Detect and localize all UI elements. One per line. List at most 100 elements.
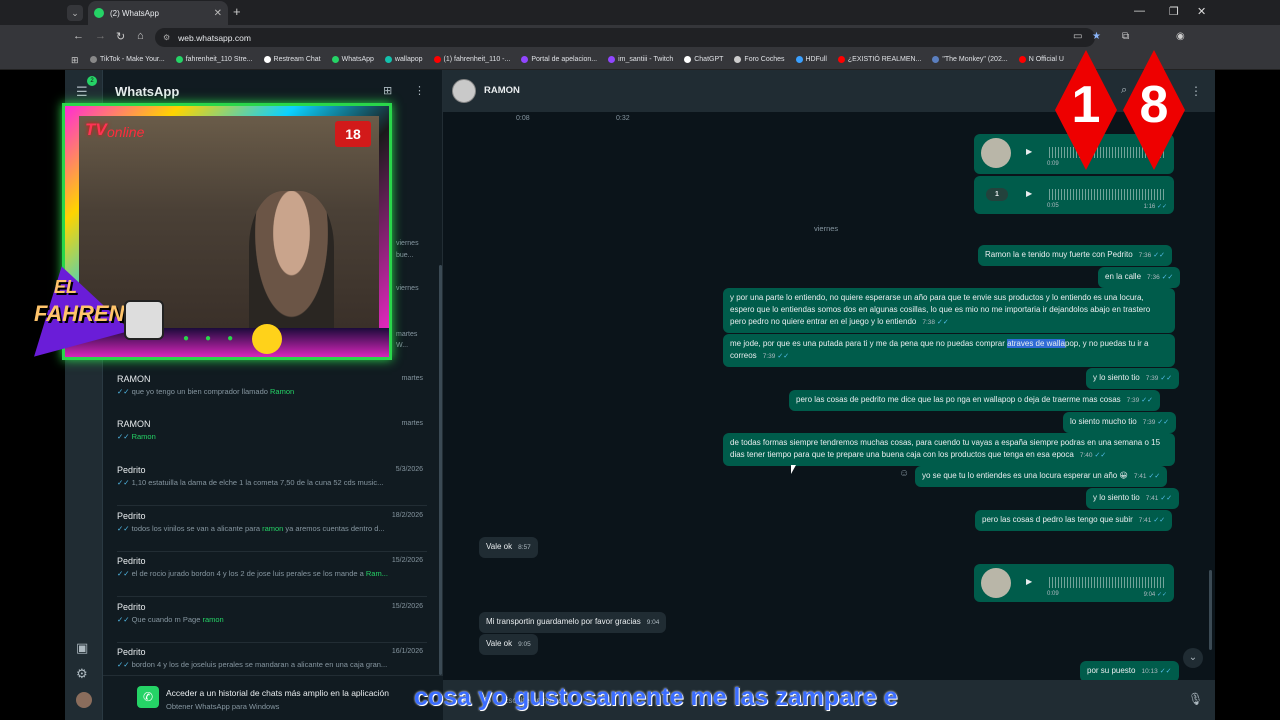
- outgoing-message[interactable]: me jode, por que es una putada para ti y…: [723, 334, 1175, 367]
- conversation-scrollbar[interactable]: [1209, 570, 1212, 650]
- new-chat-icon[interactable]: ⊞: [383, 84, 392, 97]
- promo-subtitle[interactable]: Obtener WhatsApp para Windows: [166, 702, 279, 711]
- read-ticks-icon: ✓✓: [777, 353, 790, 360]
- bookmark-star-icon[interactable]: ★: [1092, 31, 1101, 42]
- media-icon[interactable]: ▣: [76, 640, 88, 656]
- bookmark-item[interactable]: ChatGPT: [684, 56, 723, 63]
- sidebar-scrollbar[interactable]: [439, 265, 442, 675]
- home-icon[interactable]: ⌂: [137, 30, 144, 42]
- play-icon[interactable]: ▶: [1026, 189, 1032, 198]
- waveform[interactable]: [1049, 189, 1164, 200]
- bookmark-item[interactable]: Restream Chat: [263, 56, 321, 63]
- settings-gear-icon[interactable]: ⚙: [76, 666, 88, 682]
- bookmark-item[interactable]: HDFull: [795, 56, 827, 63]
- tab-search-icon[interactable]: ⌄: [67, 5, 83, 21]
- bookmark-item[interactable]: TikTok - Make Your...: [90, 56, 165, 63]
- read-ticks-icon: ✓✓: [117, 387, 130, 396]
- forward-icon[interactable]: →: [95, 30, 106, 42]
- read-ticks-icon: ✓✓: [1160, 375, 1173, 382]
- outgoing-message[interactable]: y por una parte lo entiendo, no quiere e…: [723, 288, 1175, 333]
- outgoing-message[interactable]: yo se que tu lo entiendes es una locura …: [915, 466, 1168, 487]
- chats-icon[interactable]: ☰: [76, 84, 88, 100]
- contact-avatar[interactable]: [452, 79, 476, 103]
- chat-date: 16/1/2026: [391, 648, 423, 655]
- new-tab-icon[interactable]: +: [233, 4, 241, 19]
- whatsapp-logo-icon: ✆: [137, 686, 159, 708]
- live-caption: cosa yo gustosamente me las zampare e: [414, 683, 898, 711]
- day-separator: viernes: [814, 224, 839, 233]
- minimize-icon[interactable]: —: [1134, 5, 1145, 17]
- chat-list-item[interactable]: Pedrito 5/3/2026 ✓✓ 1,10 estatuilla la da…: [117, 461, 437, 506]
- bookmark-item[interactable]: im_santiii - Twitch: [608, 56, 673, 63]
- bookmark-item[interactable]: wallapop: [384, 56, 423, 63]
- apps-grid-icon[interactable]: ⊞: [71, 55, 79, 66]
- read-ticks-icon: ✓✓: [937, 319, 949, 326]
- outgoing-message[interactable]: pero las cosas de pedrito me dice que la…: [789, 390, 1161, 411]
- user-avatar[interactable]: [76, 692, 92, 708]
- read-ticks-icon: ✓✓: [1157, 419, 1170, 426]
- bookmark-item[interactable]: WhatsApp: [331, 56, 374, 63]
- close-window-icon[interactable]: ✕: [1197, 5, 1206, 18]
- app-title: WhatsApp: [115, 83, 180, 99]
- address-bar[interactable]: ⚙ web.whatsapp.com: [155, 28, 1095, 47]
- mouse-cursor-icon: [791, 465, 796, 474]
- outgoing-message[interactable]: de todas formas siempre tendremos muchas…: [723, 433, 1175, 466]
- chat-list-item[interactable]: Pedrito 15/2/2026 ✓✓ Que cuando m Page ra…: [117, 598, 437, 643]
- chat-preview: ✓✓ Ramon: [117, 432, 156, 441]
- whatsapp-favicon-icon: [94, 8, 104, 18]
- download-app-banner[interactable]: ✆ Acceder a un historial de chats más am…: [103, 675, 443, 720]
- outgoing-message[interactable]: por su puesto 10:13 ✓✓: [1080, 661, 1179, 682]
- play-icon[interactable]: ▶: [1026, 577, 1032, 586]
- read-ticks-icon: ✓✓: [117, 569, 130, 578]
- chat-list-item[interactable]: Pedrito 18/2/2026 ✓✓ todos los vinilos se…: [117, 507, 437, 552]
- play-icon[interactable]: ▶: [1026, 147, 1032, 156]
- el-fahren-logo: EL FAHREN: [13, 253, 172, 360]
- message-time: 1:16 ✓✓: [1143, 204, 1167, 210]
- incoming-message[interactable]: Vale ok 8:57: [479, 537, 538, 558]
- bookmark-item[interactable]: (1) fahrenheit_110 -...: [433, 56, 510, 63]
- back-icon[interactable]: ←: [73, 30, 84, 42]
- outgoing-message[interactable]: en la calle 7:36 ✓✓: [1098, 267, 1181, 288]
- bookmark-item[interactable]: Portal de apelacion...: [521, 56, 597, 63]
- menu-icon[interactable]: ⋮: [414, 84, 425, 97]
- playback-speed-button[interactable]: 1: [986, 188, 1008, 201]
- pacman-dots-graphic: ●●●: [183, 333, 250, 344]
- chat-list-item[interactable]: RAMON martes ✓✓ Ramon: [117, 415, 437, 460]
- read-ticks-icon: ✓✓: [1094, 452, 1107, 459]
- site-info-icon[interactable]: ⚙: [163, 33, 170, 42]
- chat-name: Pedrito: [117, 647, 146, 657]
- browser-tab-whatsapp[interactable]: (2) WhatsApp ✕: [88, 1, 228, 25]
- bookmark-item[interactable]: Foro Coches: [734, 56, 785, 63]
- menu-icon[interactable]: ⋮: [1190, 84, 1202, 98]
- reload-icon[interactable]: ↻: [116, 30, 125, 43]
- read-ticks-icon: ✓✓: [117, 615, 130, 624]
- read-ticks-icon: ✓✓: [117, 432, 130, 441]
- bookmark-item[interactable]: "The Monkey" (202...: [932, 56, 1008, 63]
- scroll-down-icon[interactable]: ⌄: [1183, 648, 1203, 668]
- tab-title: (2) WhatsApp: [110, 8, 159, 18]
- incoming-message[interactable]: Vale ok 9:05: [479, 634, 538, 655]
- chat-list-item[interactable]: Pedrito 15/2/2026 ✓✓ el de rocio jurado b…: [117, 552, 437, 597]
- incoming-message[interactable]: Mi transportin guardamelo por favor grac…: [479, 612, 667, 633]
- bookmark-item[interactable]: ¿EXISTIÓ REALMEN...: [837, 56, 921, 63]
- chat-date: 5/3/2026: [395, 466, 423, 473]
- outgoing-message[interactable]: pero las cosas d pedro las tengo que sub…: [975, 510, 1173, 531]
- emoji-reaction-icon[interactable]: ☺: [899, 468, 909, 479]
- chat-list-item[interactable]: RAMON martes ✓✓ que yo tengo un bien comp…: [117, 370, 437, 415]
- chat-name: Pedrito: [117, 602, 146, 612]
- voice-duration: 0:32: [616, 115, 630, 122]
- outgoing-message[interactable]: y lo siento tio 7:39 ✓✓: [1086, 368, 1180, 389]
- close-tab-icon[interactable]: ✕: [214, 8, 222, 19]
- chat-name: Pedrito: [117, 465, 146, 475]
- outgoing-message[interactable]: Ramon la e tenido muy fuerte con Pedrito…: [978, 245, 1173, 266]
- bookmark-item[interactable]: fahrenheit_110 Stre...: [175, 56, 253, 63]
- profile-icon[interactable]: ◉: [1176, 31, 1185, 42]
- outgoing-message[interactable]: y lo siento tio 7:41 ✓✓: [1086, 488, 1180, 509]
- microphone-icon[interactable]: 🎙: [1188, 692, 1203, 706]
- extensions-icon[interactable]: ⧉: [1122, 31, 1129, 42]
- outgoing-message[interactable]: lo siento mucho tio 7:39 ✓✓: [1063, 412, 1177, 433]
- cast-icon[interactable]: ▭: [1073, 31, 1082, 42]
- browser-tab-bar: ⌄ (2) WhatsApp ✕ + — ❐ ✕: [0, 0, 1280, 25]
- restore-icon[interactable]: ❐: [1169, 5, 1179, 18]
- waveform[interactable]: [1049, 577, 1164, 588]
